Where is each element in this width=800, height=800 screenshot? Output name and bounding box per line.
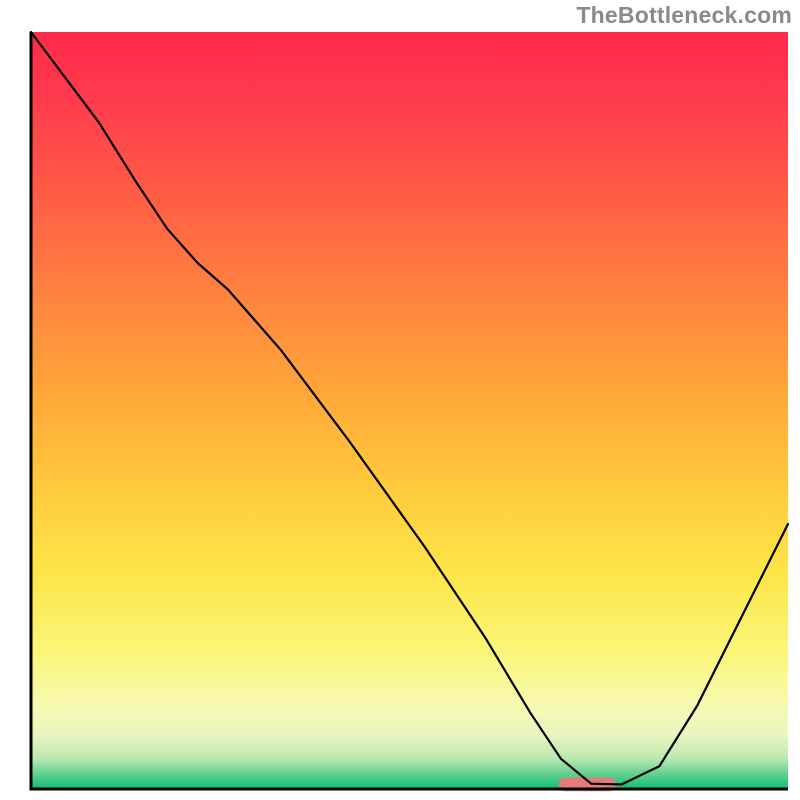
attribution-label: TheBottleneck.com [576, 2, 792, 29]
chart-container: { "attribution": "TheBottleneck.com", "c… [0, 0, 800, 800]
bottleneck-chart [0, 0, 800, 800]
plot-background [31, 32, 788, 789]
